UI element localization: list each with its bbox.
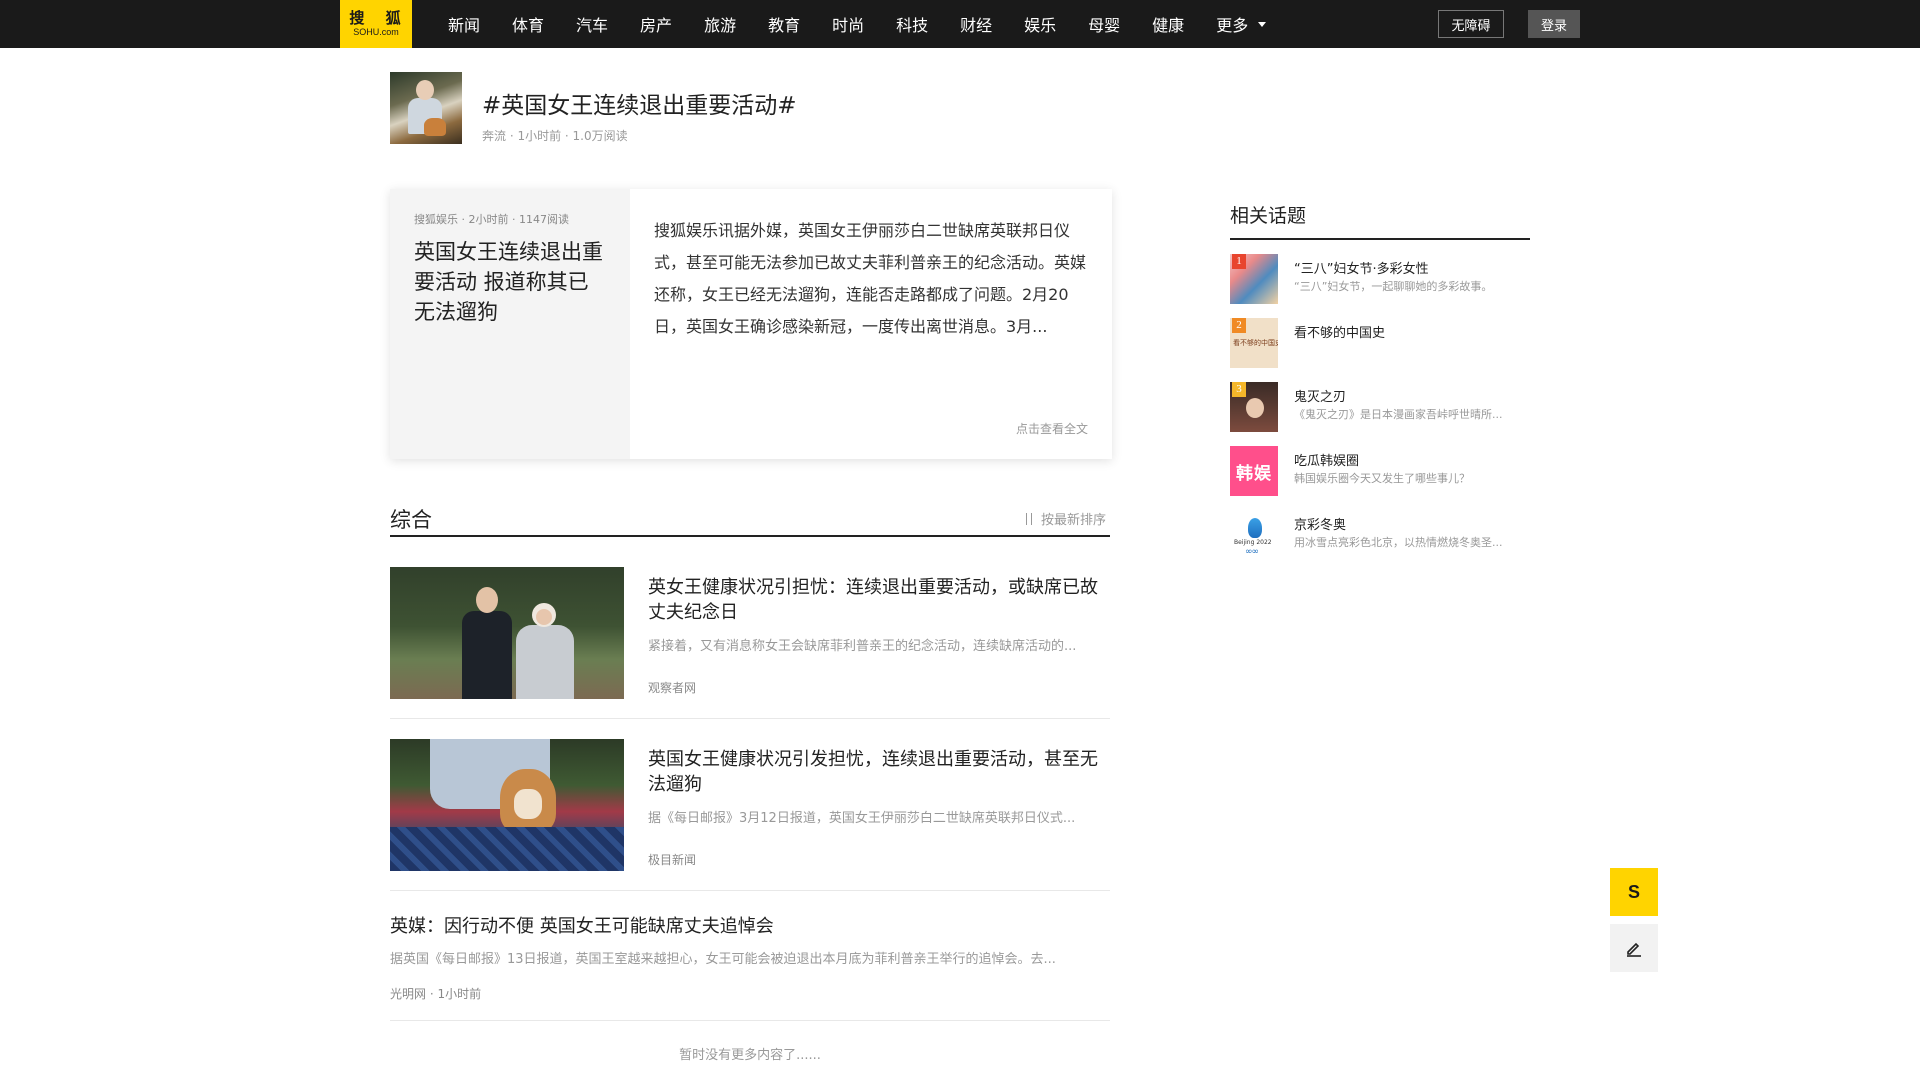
nav-item-finance[interactable]: 财经 bbox=[960, 12, 992, 36]
no-more-content-notice: 暂时没有更多内容了...... bbox=[679, 1048, 821, 1063]
nav-item-baby[interactable]: 母婴 bbox=[1088, 12, 1120, 36]
related-topic-thumbnail[interactable]: 韩娱 bbox=[1230, 446, 1278, 496]
featured-article-title[interactable]: 英国女王连续退出重要活动 报道称其已无法遛狗 bbox=[414, 237, 606, 327]
nav-item-health[interactable]: 健康 bbox=[1152, 12, 1184, 36]
section-header: 综合 按最新排序 bbox=[390, 500, 1110, 537]
article-source: 观察者网 bbox=[648, 681, 697, 695]
related-topic-name[interactable]: 京彩冬奥 bbox=[1294, 514, 1346, 533]
sort-label: 按最新排序 bbox=[1040, 513, 1106, 528]
nav-item-education[interactable]: 教育 bbox=[768, 12, 800, 36]
article-item[interactable]: 英媒：因行动不便 英国女王可能缺席丈夫追悼会 据英国《每日邮报》13日报道，英国… bbox=[390, 912, 1110, 1021]
logo-text-en: SOHU.com bbox=[353, 27, 399, 37]
article-description: 据英国《每日邮报》13日报道，英国王室越来越担心，女王可能会被迫退出本月底为菲利… bbox=[390, 952, 1056, 967]
article-item[interactable]: 英国女王健康状况引发担忧，连续退出重要活动，甚至无法遛狗 据《每日邮报》3月12… bbox=[390, 739, 1110, 891]
sort-icon bbox=[1025, 512, 1035, 525]
rank-badge: 2 bbox=[1232, 318, 1246, 333]
article-title[interactable]: 英媒：因行动不便 英国女王可能缺席丈夫追悼会 bbox=[390, 912, 1110, 938]
pencil-icon bbox=[1627, 942, 1641, 957]
logo-text-cn: 搜 狐 bbox=[349, 9, 409, 27]
article-thumbnail[interactable] bbox=[390, 739, 624, 871]
top-nav-bar: 搜 狐 SOHU.com 新闻 体育 汽车 房产 旅游 教育 时尚 科技 财经 … bbox=[0, 0, 1920, 48]
featured-article-body: 搜狐娱乐讯据外媒，英国女王伊丽莎白二世缺席英联邦日仪式，甚至可能无法参加已故丈夫… bbox=[630, 189, 1112, 459]
article-thumbnail[interactable] bbox=[390, 567, 624, 699]
thumbnail-text: 韩娱 bbox=[1230, 446, 1278, 496]
nav-item-fashion[interactable]: 时尚 bbox=[832, 12, 864, 36]
nav-item-travel[interactable]: 旅游 bbox=[704, 12, 736, 36]
related-topic-name[interactable]: 看不够的中国史 bbox=[1294, 322, 1385, 341]
article-item[interactable]: 英女王健康状况引担忧：连续退出重要活动，或缺席已故丈夫纪念日 紧接着，又有消息称… bbox=[390, 567, 1110, 719]
article-description: 据《每日邮报》3月12日报道，英国女王伊丽莎白二世缺席英联邦日仪式... bbox=[648, 811, 1076, 826]
login-button[interactable]: 登录 bbox=[1528, 10, 1580, 38]
sort-latest-button[interactable]: 按最新排序 bbox=[1025, 509, 1106, 528]
nav-item-tech[interactable]: 科技 bbox=[896, 12, 928, 36]
related-topic-name[interactable]: 吃瓜韩娱圈 bbox=[1294, 450, 1359, 469]
thumbnail-text: Beijing 2022 bbox=[1234, 539, 1272, 546]
nav-item-sports[interactable]: 体育 bbox=[512, 12, 544, 36]
related-topic-item[interactable]: 看不够的中国史 2 看不够的中国史 bbox=[1230, 318, 1530, 368]
olympic-rings-icon: ∞∞ bbox=[1245, 547, 1259, 557]
read-full-article-link[interactable]: 点击查看全文 bbox=[1016, 420, 1088, 437]
related-topics-title: 相关话题 bbox=[1230, 205, 1307, 227]
article-title[interactable]: 英国女王健康状况引发担忧，连续退出重要活动，甚至无法遛狗 bbox=[648, 747, 1110, 797]
topic-cover-image bbox=[390, 72, 462, 144]
topic-meta: 奔流 · 1小时前 · 1.0万阅读 bbox=[482, 129, 628, 143]
featured-article-header: 搜狐娱乐 · 2小时前 · 1147阅读 英国女王连续退出重要活动 报道称其已无… bbox=[390, 189, 630, 459]
related-topic-thumbnail[interactable]: Beijing 2022 ∞∞ bbox=[1230, 510, 1278, 560]
sohu-s-icon: S bbox=[1627, 881, 1640, 902]
nav-more-label: 更多 bbox=[1216, 16, 1249, 35]
featured-article-summary: 搜狐娱乐讯据外媒，英国女王伊丽莎白二世缺席英联邦日仪式，甚至可能无法参加已故丈夫… bbox=[654, 221, 1087, 336]
related-topic-desc: “三八”妇女节，一起聊聊她的多彩故事。 bbox=[1294, 280, 1493, 293]
related-topic-name[interactable]: 鬼灭之刃 bbox=[1294, 386, 1346, 405]
sohu-logo[interactable]: 搜 狐 SOHU.com bbox=[340, 0, 412, 48]
rank-badge: 3 bbox=[1232, 382, 1246, 397]
article-source: 光明网 · 1小时前 bbox=[390, 987, 482, 1001]
topic-title: #英国女王连续退出重要活动# bbox=[482, 93, 797, 119]
related-topics-divider bbox=[1230, 238, 1530, 240]
article-source: 极目新闻 bbox=[648, 853, 697, 867]
related-topic-name[interactable]: “三八”妇女节·多彩女性 bbox=[1294, 258, 1429, 277]
featured-article-meta: 搜狐娱乐 · 2小时前 · 1147阅读 bbox=[414, 213, 569, 226]
caret-down-icon bbox=[1258, 21, 1267, 27]
nav-more-dropdown[interactable]: 更多 bbox=[1216, 12, 1267, 36]
rank-badge: 1 bbox=[1232, 254, 1246, 269]
nav-item-auto[interactable]: 汽车 bbox=[576, 12, 608, 36]
nav-item-news[interactable]: 新闻 bbox=[448, 12, 480, 36]
related-topic-desc: 韩国娱乐圈今天又发生了哪些事儿？ bbox=[1294, 472, 1470, 485]
accessibility-button[interactable]: 无障碍 bbox=[1438, 10, 1504, 38]
section-title: 综合 bbox=[390, 508, 432, 532]
related-topic-item[interactable]: 3 鬼灭之刃 《鬼灭之刃》是日本漫画家吾峠呼世晴所... bbox=[1230, 382, 1530, 432]
write-post-button[interactable] bbox=[1610, 924, 1658, 972]
related-topic-item[interactable]: 1 “三八”妇女节·多彩女性 “三八”妇女节，一起聊聊她的多彩故事。 bbox=[1230, 254, 1530, 304]
related-topic-desc: 用冰雪点亮彩色北京，以热情燃烧冬奥圣... bbox=[1294, 536, 1503, 549]
featured-article-card[interactable]: 搜狐娱乐 · 2小时前 · 1147阅读 英国女王连续退出重要活动 报道称其已无… bbox=[390, 189, 1112, 459]
thumbnail-text: 看不够的中国史 bbox=[1233, 339, 1278, 347]
article-title[interactable]: 英女王健康状况引担忧：连续退出重要活动，或缺席已故丈夫纪念日 bbox=[648, 575, 1110, 625]
related-topic-item[interactable]: Beijing 2022 ∞∞ 京彩冬奥 用冰雪点亮彩色北京，以热情燃烧冬奥圣..… bbox=[1230, 510, 1530, 560]
nav-item-entertainment[interactable]: 娱乐 bbox=[1024, 12, 1056, 36]
main-nav: 新闻 体育 汽车 房产 旅游 教育 时尚 科技 财经 娱乐 母婴 健康 更多 bbox=[448, 0, 1298, 48]
related-topic-item[interactable]: 韩娱 吃瓜韩娱圈 韩国娱乐圈今天又发生了哪些事儿？ bbox=[1230, 446, 1530, 496]
article-description: 紧接着，又有消息称女王会缺席菲利普亲王的纪念活动，连续缺席活动的... bbox=[648, 639, 1077, 654]
related-topic-desc: 《鬼灭之刃》是日本漫画家吾峠呼世晴所... bbox=[1294, 408, 1503, 421]
nav-item-house[interactable]: 房产 bbox=[640, 12, 672, 36]
sohu-app-button[interactable]: S bbox=[1610, 868, 1658, 916]
